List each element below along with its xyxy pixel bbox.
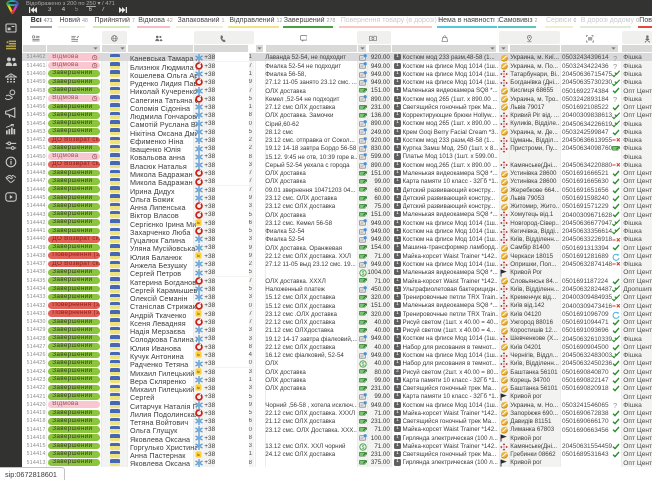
svg-text:lc: lc bbox=[197, 370, 200, 374]
svg-text:lc: lc bbox=[197, 386, 200, 390]
svg-text:lc: lc bbox=[197, 254, 200, 258]
svg-text:lc: lc bbox=[197, 312, 200, 316]
svg-text:lc: lc bbox=[197, 353, 200, 357]
svg-text:lc: lc bbox=[197, 221, 200, 225]
svg-text:lc: lc bbox=[197, 453, 200, 457]
